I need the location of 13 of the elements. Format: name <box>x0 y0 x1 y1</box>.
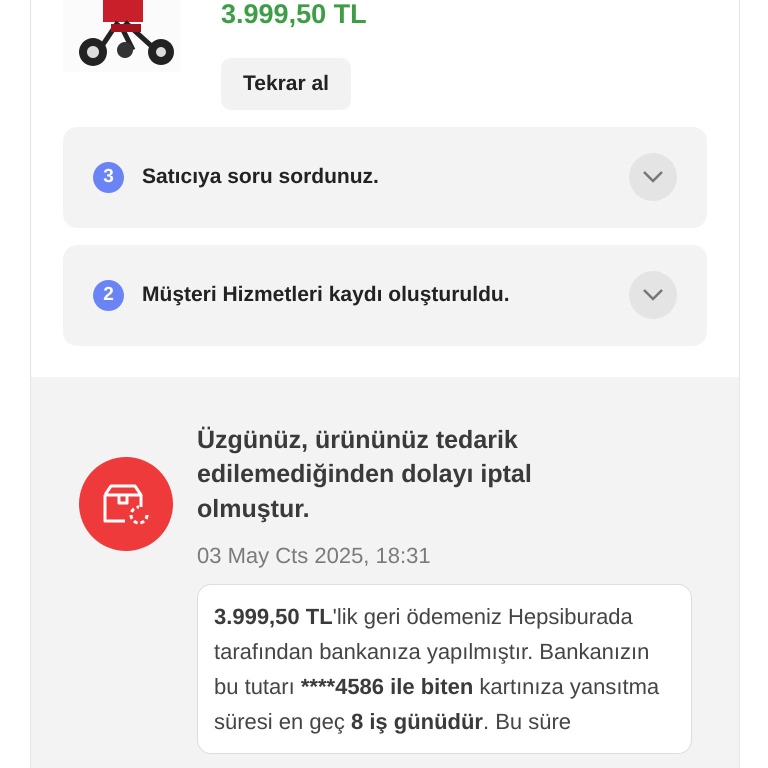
cancel-title: Üzgünüz, ürününüz tedarik edilemediğinden dolayı iptal olmuştur. <box>197 424 533 524</box>
event-text: Müşteri Hizmetleri kaydı oluşturuldu. <box>142 282 511 308</box>
step-number: 3 <box>93 162 124 192</box>
event-text: Satıcıya soru sordunuz. <box>142 164 380 190</box>
price: 3.999,50 TL <box>221 0 367 28</box>
chevron-down-icon <box>642 170 664 184</box>
expand-button[interactable] <box>629 153 677 201</box>
chevron-down-icon <box>642 288 664 302</box>
refund-message: 3.999,50 TL'lik geri ödemeniz Hepsiburada tarafından bankanıza yapılmıştır. Bankanızın bu tutarı ****4586 ile biten kartınıza yansıtma süresi en geç 8 iş günüdür. Bu süre <box>197 584 692 754</box>
reorder-button[interactable]: Tekrar al <box>221 58 351 110</box>
step-number: 2 <box>93 280 124 310</box>
expand-button[interactable] <box>629 271 677 319</box>
cancel-date: 03 May Cts 2025, 18:31 <box>197 542 432 570</box>
